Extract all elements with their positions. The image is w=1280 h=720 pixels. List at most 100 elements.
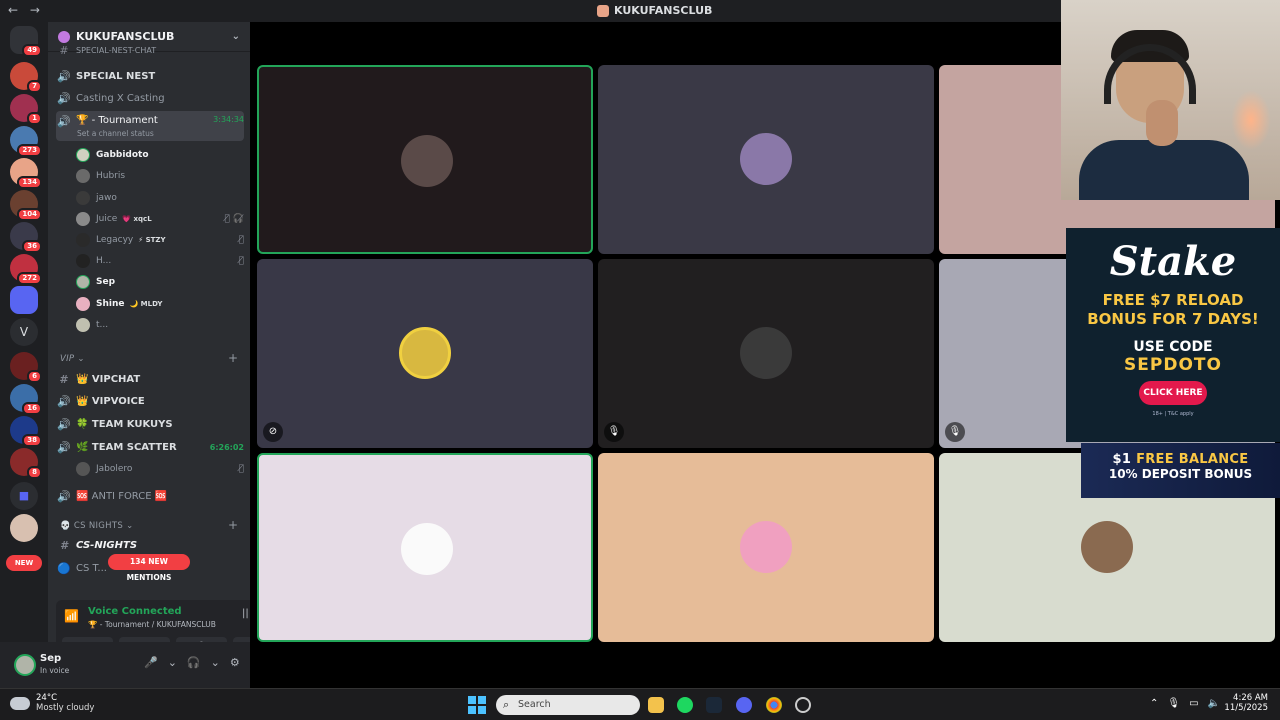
server-icon[interactable]: 8 [10,448,42,479]
participant-tile[interactable] [257,453,593,642]
voice-member[interactable]: t... [76,315,244,335]
server-icon[interactable]: 38 [10,416,42,447]
user-name[interactable]: Sep [40,653,61,664]
server-icon[interactable]: 104 [10,190,42,221]
settings-gear-icon[interactable]: ⚙ [230,656,240,669]
voice-member[interactable]: Gabbidoto [76,145,244,165]
chrome-icon[interactable] [766,697,782,713]
participant-tile[interactable] [598,453,934,642]
voice-member[interactable]: Juice 💗 xqcL 🎙̸ 🎧̸ [76,209,244,229]
hash-icon: # [60,538,68,552]
server-icon[interactable]: 6 [10,352,42,383]
channel-cut[interactable]: # SPECIAL-NEST-CHAT [56,44,244,56]
server-icon[interactable]: 273 [10,126,42,157]
server-rail: 49 7 1 273 134 104 36 272 V 6 16 38 8 ■ [0,22,48,688]
add-channel-icon[interactable]: + [228,351,238,365]
voice-member[interactable]: Jabolero 🎙̸ [76,459,244,479]
category-label: VIP [60,354,75,364]
microphone-icon[interactable]: 🎤 [144,656,158,669]
participant-tile[interactable] [598,65,934,254]
channel-team-kukuys[interactable]: 🔊 🍀 TEAM KUKUYS [56,414,244,434]
user-panel: Sep In voice 🎤 ⌄ 🎧 ⌄ ⚙ [0,642,250,688]
start-windows-icon[interactable] [468,696,486,714]
volume-icon[interactable]: 🔈 [1208,698,1220,709]
headphones-icon[interactable]: 🎧 [187,656,201,669]
chevron-down-icon[interactable]: ⌄ [168,656,177,669]
app-icon[interactable] [795,697,811,713]
direct-messages-button[interactable]: 49 [10,26,42,57]
chevron-up-icon[interactable]: ⌃ [1150,698,1158,709]
category-vip[interactable]: VIP ⌄ [60,354,85,364]
server-icon-active[interactable]: 134 [10,158,42,189]
server-icon[interactable]: 16 [10,384,42,415]
clock[interactable]: 4:26 AM 11/5/2025 [1222,693,1268,713]
bonus-banner[interactable]: $1 FREE BALANCE 10% DEPOSIT BONUS [1081,443,1280,498]
voice-member[interactable]: jawo [76,188,244,208]
server-icon[interactable]: 7 [10,62,42,93]
file-explorer-icon[interactable] [648,697,664,713]
participant-tile[interactable]: ⊘ [257,259,593,448]
participant-tile[interactable] [257,65,593,254]
avatar [76,462,90,476]
server-badge: 273 [17,144,42,157]
server-icon[interactable] [10,514,38,542]
banner-line1: FREE BALANCE [1136,452,1249,467]
forward-arrow-icon[interactable]: → [30,3,40,17]
channel-status[interactable]: Set a channel status [77,129,154,138]
new-mentions-pill[interactable]: 134 NEW MENTIONS [108,554,190,582]
discord-icon[interactable] [736,697,752,713]
channel-casting[interactable]: 🔊 Casting X Casting [56,88,244,108]
avatar [76,233,90,247]
weather-widget[interactable]: 24°C Mostly cloudy [10,693,94,713]
ad-code: SEPDOTO [1124,355,1222,375]
channel-vipvoice[interactable]: 🔊 👑 VIPVOICE [56,391,244,411]
ad-cta-button[interactable]: CLICK HERE [1139,381,1207,405]
back-arrow-icon[interactable]: ← [8,3,18,17]
member-name: jawo [96,193,117,203]
new-unread-pill[interactable]: NEW [6,555,42,571]
spotify-icon[interactable] [677,697,693,713]
server-icon[interactable]: 272 [10,254,42,285]
streamer-shirt [1079,140,1249,200]
server-badge: 1 [27,112,42,125]
stake-ad[interactable]: Stake FREE $7 RELOAD BONUS FOR 7 DAYS! U… [1066,228,1280,442]
webcam-overlay [1061,0,1280,200]
discord-server-icon[interactable] [10,286,38,314]
participant-tile[interactable]: 🎙 [598,259,934,448]
category-cs-nights[interactable]: 💀 CS NIGHTS ⌄ [60,521,134,531]
channel-label: 👑 VIPCHAT [76,373,141,385]
server-badge: 38 [22,434,42,447]
channel-label: Casting X Casting [76,92,165,104]
voice-member[interactable]: H... 🎙̸ [76,251,244,271]
voice-member[interactable]: Hubris [76,166,244,186]
member-name: Sep [96,277,116,287]
channel-cs-nights[interactable]: # CS-NIGHTS [56,535,244,555]
folder-icon[interactable]: ■ [10,482,38,510]
user-avatar[interactable] [14,654,36,676]
voice-status[interactable]: Voice Connected [88,606,182,617]
participant-avatar [740,133,792,185]
taskbar-search[interactable]: Search [496,695,640,715]
participant-avatar [740,521,792,573]
voice-member[interactable]: Sep [76,272,244,292]
channel-anti-force[interactable]: 🔊 🆘 ANTI FORCE 🆘 [56,486,244,506]
display-icon[interactable]: ▭ [1189,698,1198,709]
voice-location[interactable]: 🏆 - Tournament / KUKUFANSCLUB [88,620,216,629]
voice-member[interactable]: Shine 🌙 MLDY [76,294,244,314]
channel-special-nest[interactable]: 🔊 SPECIAL NEST [56,66,244,86]
globe-icon: 🔵 [57,561,71,575]
microphone-icon[interactable]: 🎙 [1167,698,1180,709]
channel-vipchat[interactable]: # 👑 VIPCHAT [56,369,244,389]
add-channel-icon[interactable]: + [228,518,238,532]
folder-v-icon[interactable]: V [10,318,38,346]
clock-date: 11/5/2025 [1224,703,1268,713]
stake-logo: Stake [1109,238,1237,285]
channel-team-scatter[interactable]: 🔊 🌿 TEAM SCATTER 6:26:02 [56,437,244,457]
voice-member[interactable]: Legacyy ⚡ STZY 🎙̸ [76,230,244,250]
system-tray: ⌃ 🎙 ▭ 🔈 [1150,698,1220,709]
member-name: Hubris [96,171,126,181]
steam-icon[interactable] [706,697,722,713]
server-icon[interactable]: 36 [10,222,42,253]
chevron-down-icon[interactable]: ⌄ [211,656,220,669]
server-icon[interactable]: 1 [10,94,42,125]
